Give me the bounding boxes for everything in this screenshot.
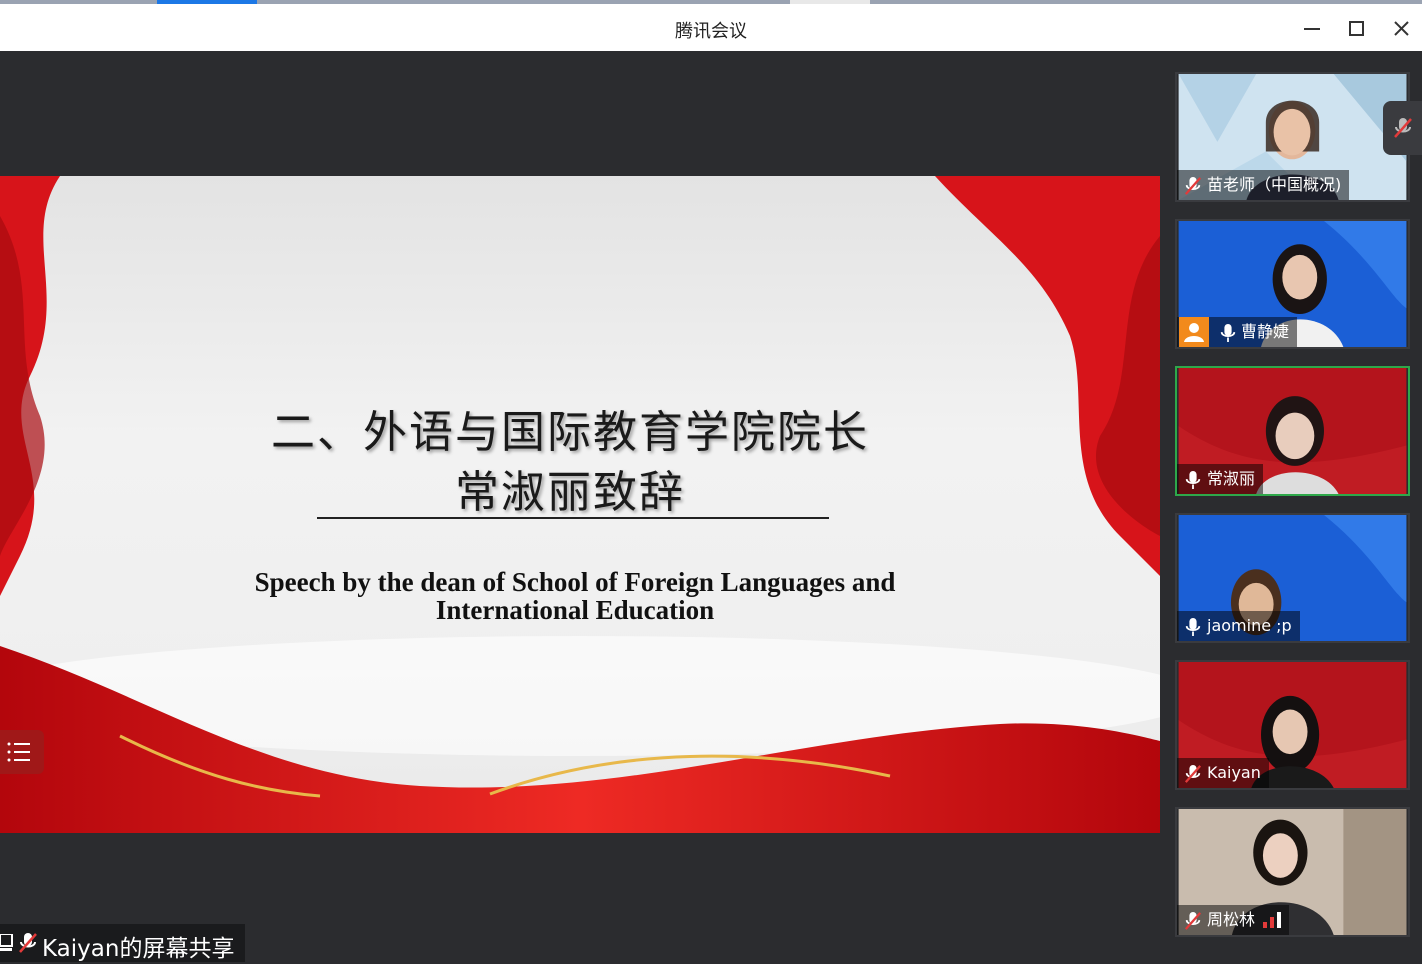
participant-tile[interactable]: 苗老师（中国概况)	[1175, 72, 1410, 202]
presentation-slide: 二、外语与国际教育学院院长 常淑丽致辞 Speech by the dean o…	[0, 176, 1160, 833]
mic-icon	[1185, 618, 1201, 636]
mic-muted-icon	[1394, 118, 1412, 138]
maximize-button[interactable]	[1340, 12, 1372, 44]
mic-muted-icon	[1184, 765, 1202, 783]
avatar-icon	[1179, 317, 1209, 347]
participant-tile[interactable]: Kaiyan	[1175, 660, 1410, 790]
minimize-icon	[1304, 28, 1320, 30]
close-icon	[1394, 21, 1409, 36]
slide-subtitle-line1: Speech by the dean of School of Foreign …	[254, 567, 896, 597]
slide-title-line1: 二、外语与国际教育学院院长	[271, 407, 869, 458]
participant-name: 常淑丽	[1177, 464, 1264, 494]
slide-menu-button[interactable]	[0, 730, 44, 774]
participant-name: Kaiyan	[1177, 758, 1269, 788]
screen-share-icon	[0, 934, 13, 951]
participant-name: 苗老师（中国概况)	[1177, 170, 1350, 200]
list-icon	[7, 742, 30, 762]
participant-name: 曹静婕	[1177, 317, 1298, 347]
title-divider	[317, 517, 829, 519]
window-title: 腾讯会议	[675, 21, 747, 42]
shared-screen-area: 二、外语与国际教育学院院长 常淑丽致辞 Speech by the dean o…	[0, 51, 1160, 964]
slide-title-line2: 常淑丽致辞	[455, 467, 685, 518]
participant-tile[interactable]: jaomine ;p	[1175, 513, 1410, 643]
mic-icon	[1220, 324, 1236, 342]
mic-muted-icon	[1184, 912, 1202, 930]
maximize-icon	[1349, 21, 1364, 36]
close-button[interactable]	[1385, 12, 1417, 44]
slide-subtitle-line2: International Education	[435, 595, 715, 625]
participant-name: jaomine ;p	[1177, 611, 1300, 641]
participant-name: 周松林	[1177, 905, 1290, 935]
mic-muted-icon	[1184, 177, 1202, 195]
mic-icon	[1185, 471, 1201, 489]
participant-tile[interactable]: 曹静婕	[1175, 219, 1410, 349]
screen-share-label: Kaiyan的屏幕共享	[0, 924, 245, 962]
collapse-sidebar-button[interactable]	[1383, 101, 1422, 155]
title-bar: 腾讯会议	[0, 4, 1422, 51]
participant-tile-active[interactable]: 常淑丽	[1175, 366, 1410, 496]
minimize-button[interactable]	[1296, 12, 1328, 44]
signal-strength-icon	[1263, 912, 1282, 928]
participant-tile[interactable]: 周松林	[1175, 807, 1410, 937]
mic-muted-icon	[19, 933, 37, 953]
screen-share-text: Kaiyan的屏幕共享	[42, 936, 235, 962]
